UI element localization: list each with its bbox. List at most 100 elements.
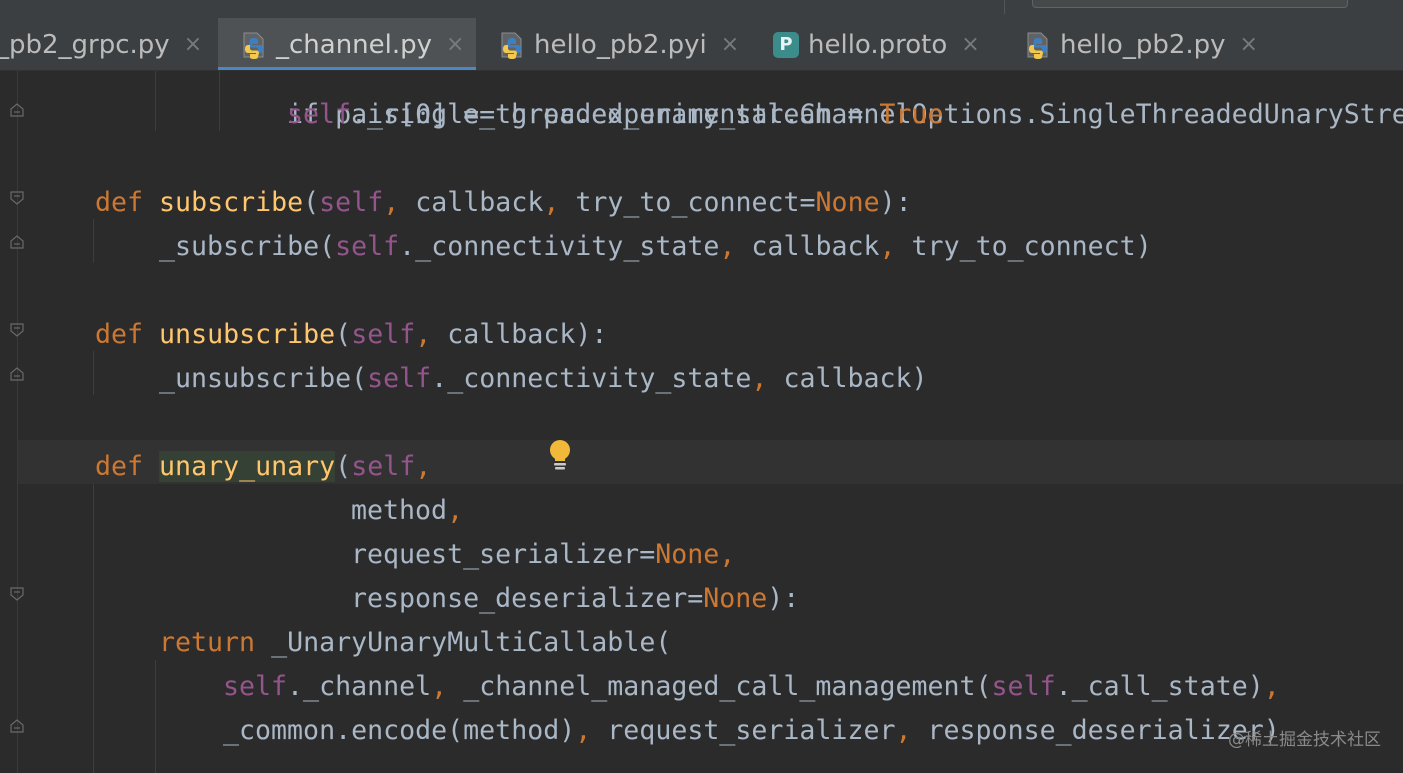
code-token: , bbox=[543, 187, 576, 218]
code-token: None bbox=[703, 583, 768, 614]
code-token: None bbox=[815, 187, 880, 218]
indent-guide bbox=[155, 660, 156, 773]
code-token: request_serializer bbox=[607, 715, 896, 746]
code-token: ( bbox=[303, 187, 320, 218]
code-token: def bbox=[95, 319, 160, 350]
fold-end-icon[interactable] bbox=[10, 719, 24, 733]
indent-guide bbox=[93, 219, 94, 263]
tab-channel[interactable]: _channel.py × bbox=[218, 18, 476, 70]
code-token: , bbox=[415, 451, 432, 482]
code-token: callback): bbox=[447, 319, 608, 350]
tab-label: hello_pb2.pyi bbox=[534, 29, 707, 60]
code-token: , bbox=[447, 495, 464, 526]
fold-end-icon[interactable] bbox=[10, 367, 24, 381]
python-file-icon bbox=[240, 31, 268, 59]
code-token: True bbox=[879, 99, 944, 130]
code-token: return bbox=[159, 627, 272, 658]
close-icon[interactable]: × bbox=[184, 32, 202, 57]
fold-start-icon[interactable] bbox=[10, 587, 24, 601]
fold-start-icon[interactable] bbox=[10, 191, 24, 205]
gutter-separator bbox=[17, 71, 18, 773]
code-token: ): bbox=[879, 187, 912, 218]
code-token: self bbox=[991, 671, 1056, 702]
toolbar-strip bbox=[0, 0, 1403, 18]
code-token: , bbox=[415, 319, 448, 350]
code-token: callback) bbox=[783, 363, 928, 394]
code-token: method bbox=[351, 495, 448, 526]
code-line: def unsubscribe(self, callback): bbox=[95, 313, 607, 357]
code-token: None bbox=[655, 539, 720, 570]
indent-guide bbox=[155, 71, 156, 131]
code-line: _subscribe(self._connectivity_state, cal… bbox=[159, 225, 1152, 269]
code-token: , bbox=[719, 231, 752, 262]
code-token: _subscribe( bbox=[159, 231, 336, 262]
code-token: def bbox=[95, 187, 160, 218]
code-token: ._single_threaded_unary_stream = bbox=[351, 99, 880, 130]
fold-end-icon[interactable] bbox=[10, 235, 24, 249]
fold-end-icon[interactable] bbox=[10, 103, 24, 117]
tab-pb2-grpc[interactable]: _pb2_grpc.py × bbox=[0, 18, 208, 70]
code-token: callback bbox=[751, 231, 880, 262]
code-line: request_serializer=None, bbox=[351, 533, 735, 577]
code-line: self._channel, _channel_managed_call_man… bbox=[223, 665, 1280, 709]
code-token: _unsubscribe( bbox=[159, 363, 368, 394]
code-token: self bbox=[319, 187, 384, 218]
close-icon[interactable]: × bbox=[721, 32, 739, 57]
proto-file-icon: P bbox=[772, 31, 800, 59]
code-token: subscribe bbox=[159, 187, 304, 218]
code-editor[interactable]: if pair[0] == grpc.experimental.ChannelO… bbox=[0, 71, 1403, 773]
code-token: ._call_state) bbox=[1055, 671, 1264, 702]
close-icon[interactable]: × bbox=[961, 32, 979, 57]
code-token: ( bbox=[335, 319, 352, 350]
editor-tab-bar: _pb2_grpc.py × _channel.py × hello_pb2.p… bbox=[0, 18, 1403, 71]
indent-guide bbox=[93, 484, 94, 773]
tab-hello-pb2-pyi[interactable]: hello_pb2.pyi × bbox=[478, 18, 746, 70]
code-token: , bbox=[751, 363, 784, 394]
code-token: try_to_connect) bbox=[911, 231, 1152, 262]
code-line: def unary_unary(self, bbox=[95, 445, 431, 489]
code-token: self bbox=[351, 319, 416, 350]
search-everywhere-field[interactable] bbox=[1032, 0, 1348, 8]
indent-guide bbox=[219, 71, 220, 131]
indent-guide bbox=[93, 351, 94, 395]
watermark: @稀土掘金技术社区 bbox=[1228, 730, 1381, 750]
code-line: method, bbox=[351, 489, 463, 533]
code-line: return _UnaryUnaryMultiCallable( bbox=[159, 621, 671, 665]
code-token: response_deserializer) bbox=[927, 715, 1280, 746]
code-token: , bbox=[431, 671, 464, 702]
tab-label: _channel.py bbox=[276, 29, 433, 60]
close-icon[interactable]: × bbox=[1240, 32, 1258, 57]
code-token: , bbox=[575, 715, 608, 746]
tab-hello-pb2-py[interactable]: hello_pb2.py × bbox=[1000, 18, 1260, 70]
code-token: unsubscribe bbox=[159, 319, 336, 350]
python-file-icon bbox=[498, 31, 526, 59]
tab-label: hello_pb2.py bbox=[1060, 29, 1226, 60]
code-line: self._single_threaded_unary_stream = Tru… bbox=[287, 93, 943, 137]
code-token: try_to_connect= bbox=[575, 187, 816, 218]
code-token: self bbox=[223, 671, 288, 702]
fold-start-icon[interactable] bbox=[10, 323, 24, 337]
lightbulb-icon[interactable] bbox=[546, 439, 574, 473]
code-token: self bbox=[335, 231, 400, 262]
code-token: self bbox=[367, 363, 432, 394]
code-token: _UnaryUnaryMultiCallable( bbox=[271, 627, 672, 658]
code-token: ._connectivity_state bbox=[399, 231, 720, 262]
code-token: , bbox=[719, 539, 736, 570]
code-token: request_serializer= bbox=[351, 539, 656, 570]
code-token: ._channel bbox=[287, 671, 432, 702]
python-file-icon bbox=[1024, 31, 1052, 59]
code-token: ( bbox=[335, 451, 352, 482]
code-token: _channel_managed_call_management( bbox=[463, 671, 992, 702]
tab-label: hello.proto bbox=[808, 29, 948, 60]
code-token: def bbox=[95, 451, 160, 482]
code-line: response_deserializer=None): bbox=[351, 577, 799, 621]
code-line: _common.encode(method), request_serializ… bbox=[223, 709, 1280, 753]
tab-label: _pb2_grpc.py bbox=[0, 29, 170, 60]
code-token: , bbox=[879, 231, 912, 262]
code-token: response_deserializer= bbox=[351, 583, 704, 614]
close-icon[interactable]: × bbox=[446, 32, 464, 57]
code-token: , bbox=[895, 715, 928, 746]
code-token: ._connectivity_state bbox=[431, 363, 752, 394]
code-token: _common.encode(method) bbox=[223, 715, 576, 746]
tab-hello-proto[interactable]: P hello.proto × bbox=[746, 18, 1000, 70]
